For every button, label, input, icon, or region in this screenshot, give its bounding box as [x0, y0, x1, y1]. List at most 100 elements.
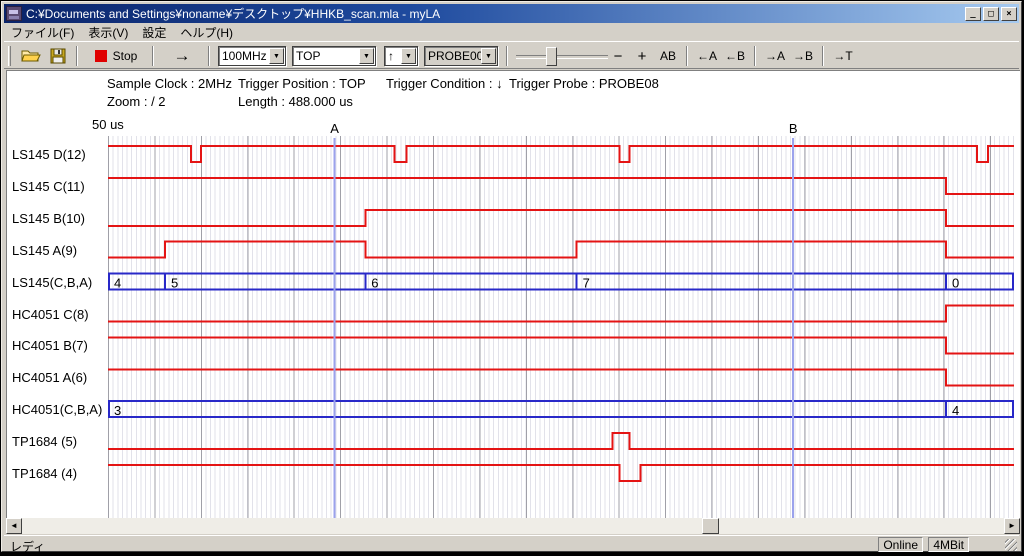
timebase-label: 50 us [92, 117, 124, 132]
stop-button[interactable]: Stop [88, 45, 144, 67]
menu-file[interactable]: ファイル(F) [4, 23, 81, 42]
ab-cursors-button[interactable]: AB [656, 45, 680, 67]
status-bar: レディ Online 4MBit [4, 535, 1019, 552]
zoom-out-button[interactable]: − [608, 45, 628, 67]
signal-label[interactable]: HC4051 C(8) [12, 307, 89, 322]
toolbar: Stop → 100MHz ▼ TOP ▼ ↑ ▼ PROBE00 ▼ − + … [4, 41, 1019, 69]
bus-value: 3 [114, 403, 121, 418]
chevron-down-icon[interactable]: ▼ [401, 48, 416, 64]
sample-clock-combo[interactable]: 100MHz ▼ [218, 46, 286, 66]
signal-label[interactable]: HC4051 B(7) [12, 338, 88, 353]
waveform-traces: 4 5 6 7 0 3 4 [108, 136, 1014, 518]
digital-trace [108, 178, 1014, 194]
signal-label[interactable]: HC4051(C,B,A) [12, 402, 102, 417]
digital-trace [108, 146, 1014, 162]
zoom-readout: Zoom : / 2 [107, 94, 166, 109]
menu-view[interactable]: 表示(V) [81, 23, 135, 42]
waveform-client-area: Sample Clock : 2MHz Trigger Position : T… [6, 70, 1020, 518]
chevron-down-icon[interactable]: ▼ [481, 48, 496, 64]
bus-trace [109, 274, 1013, 290]
zoom-in-button[interactable]: + [632, 45, 652, 67]
status-memory-badge: 4MBit [928, 537, 969, 552]
open-folder-icon [21, 48, 41, 64]
trigger-edge-value: ↑ [385, 49, 401, 63]
maximize-button[interactable]: □ [983, 7, 999, 21]
menu-help[interactable]: ヘルプ(H) [173, 23, 240, 42]
signal-label[interactable]: LS145 C(11) [12, 179, 85, 194]
toolbar-grip[interactable] [8, 46, 11, 66]
trigger-position-value: TOP [293, 49, 359, 63]
toolbar-separator [208, 46, 210, 66]
signal-label[interactable]: TP1684 (5) [12, 434, 77, 449]
resize-grip[interactable] [1005, 539, 1017, 551]
bus-value: 4 [114, 276, 121, 291]
digital-trace [108, 433, 1014, 449]
horizontal-scrollbar[interactable]: ◄ ► [6, 518, 1020, 534]
window-title: C:¥Documents and Settings¥noname¥デスクトップ¥… [26, 5, 440, 22]
signal-label[interactable]: LS145(C,B,A) [12, 275, 92, 290]
scrollbar-thumb[interactable] [702, 518, 719, 534]
probe-combo[interactable]: PROBE00 ▼ [424, 46, 498, 66]
status-ready-text: レディ [10, 538, 45, 555]
waveform-plot[interactable]: 4 5 6 7 0 3 4 [108, 136, 1014, 518]
run-button[interactable]: → [162, 45, 202, 67]
stop-button-label: Stop [113, 49, 138, 63]
sample-clock-readout: Sample Clock : 2MHz [107, 76, 232, 91]
move-b-right-button[interactable]: →B [790, 45, 816, 67]
probe-value: PROBE00 [425, 49, 481, 63]
trigger-position-readout: Trigger Position : TOP [238, 76, 366, 91]
title-bar[interactable]: C:¥Documents and Settings¥noname¥デスクトップ¥… [4, 4, 1019, 23]
chevron-down-icon[interactable]: ▼ [269, 48, 284, 64]
digital-trace [108, 242, 1014, 258]
cursor-label-a[interactable]: A [330, 121, 339, 136]
bus-trace [109, 401, 1013, 417]
digital-trace [108, 306, 1014, 322]
bus-value: 6 [371, 276, 378, 291]
zoom-slider-thumb[interactable] [546, 47, 557, 66]
digital-trace [108, 465, 1014, 481]
bus-value: 5 [171, 276, 178, 291]
cursor-label-b[interactable]: B [789, 121, 798, 136]
bus-value: 0 [952, 276, 959, 291]
chevron-down-icon[interactable]: ▼ [359, 48, 374, 64]
signal-label[interactable]: HC4051 A(6) [12, 370, 87, 385]
digital-trace [108, 210, 1014, 226]
close-button[interactable]: × [1001, 7, 1017, 21]
trigger-edge-combo[interactable]: ↑ ▼ [384, 46, 418, 66]
move-a-right-button[interactable]: →A [762, 45, 788, 67]
open-file-button[interactable] [18, 45, 44, 67]
minimize-button[interactable]: _ [965, 7, 981, 21]
move-b-left-button[interactable]: ←B [722, 45, 748, 67]
trigger-probe-readout: Trigger Probe : PROBE08 [509, 76, 659, 91]
save-file-button[interactable] [46, 45, 70, 67]
scroll-left-arrow-icon[interactable]: ◄ [6, 518, 22, 534]
app-icon[interactable] [6, 6, 22, 21]
toolbar-separator [754, 46, 756, 66]
scroll-right-arrow-icon[interactable]: ► [1004, 518, 1020, 534]
zoom-slider-track[interactable] [516, 55, 608, 59]
menu-bar: ファイル(F) 表示(V) 設定 ヘルプ(H) [4, 24, 1019, 41]
signal-label[interactable]: LS145 A(9) [12, 243, 77, 258]
toolbar-separator [76, 46, 78, 66]
trigger-condition-readout: Trigger Condition : ↓ [386, 76, 503, 91]
sample-clock-value: 100MHz [219, 49, 269, 63]
bus-value: 4 [952, 403, 959, 418]
length-readout: Length : 488.000 us [238, 94, 353, 109]
signal-label[interactable]: LS145 B(10) [12, 211, 85, 226]
signal-label[interactable]: LS145 D(12) [12, 147, 86, 162]
menu-settings[interactable]: 設定 [135, 23, 173, 42]
digital-trace [108, 337, 1014, 353]
toolbar-separator [822, 46, 824, 66]
move-a-left-button[interactable]: ←A [694, 45, 720, 67]
digital-trace [108, 369, 1014, 385]
status-online-badge: Online [878, 537, 923, 552]
app-window: C:¥Documents and Settings¥noname¥デスクトップ¥… [1, 1, 1022, 552]
signal-label[interactable]: TP1684 (4) [12, 466, 77, 481]
toolbar-separator [686, 46, 688, 66]
floppy-disk-icon [50, 48, 66, 64]
trigger-position-combo[interactable]: TOP ▼ [292, 46, 376, 66]
stop-red-square-icon [95, 50, 107, 62]
goto-trigger-button[interactable]: →T [830, 45, 856, 67]
toolbar-separator [506, 46, 508, 66]
bus-value: 7 [583, 276, 590, 291]
